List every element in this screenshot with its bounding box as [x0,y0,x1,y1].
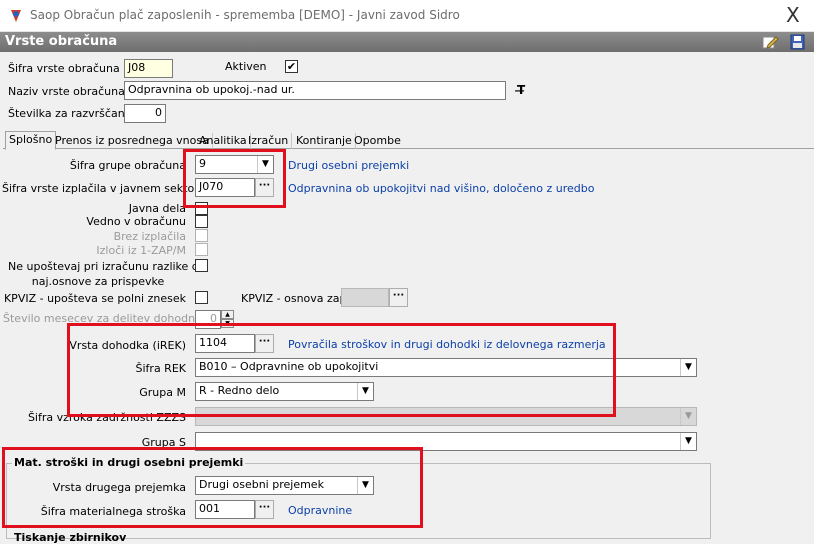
vedno-label: Vedno v obračunu [86,215,186,228]
sifra-rek-value: B010 – Odpravnine ob upokojitvi [199,360,379,373]
sifra-vzroka-label: Šifra vzroka zadržnosti ZZZS [27,411,186,424]
app-icon [11,10,21,22]
kpviz-checkbox[interactable] [195,291,208,304]
skupina-desc: Drugi osebni prejemki [288,159,410,172]
skupina-label: Šifra grupe obračuna [69,159,186,172]
mesecev-label: Število mesecev za delitev dohodnine: [3,312,216,325]
dropdown-arrow-icon[interactable]: ▼ [257,156,273,173]
grupa-s-select[interactable]: ▼ [195,432,697,451]
sifra-mat-input[interactable]: 001 [195,500,255,519]
window-titlebar: Saop Obračun plač zaposlenih - sprememba… [0,0,814,32]
text-format-icon[interactable]: T̶ [517,83,525,97]
neupostevaj-line2: naj.osnove za prispevke [31,275,165,288]
vrsta-dohodka-ellipsis-icon[interactable]: ··· [255,334,274,353]
form-title: Vrste obračuna [5,34,118,49]
sifra-rek-label: Šifra REK [135,362,186,375]
window-title: Saop Obračun plač zaposlenih - sprememba… [30,8,460,22]
neupostevaj-checkbox[interactable] [195,259,208,272]
tiskanje-title: Tiskanje zbirnikov [14,531,127,544]
javna-dela-checkbox[interactable] [195,202,208,215]
stevilka-input[interactable]: 0 [124,104,166,123]
sifra-mat-label: Šifra materialnega stroška [40,505,186,518]
izplacilo-desc: Odpravnina ob upokojitvi nad višino, dol… [288,182,595,195]
dropdown-arrow-icon[interactable]: ▼ [680,359,696,376]
izloci-label: Izloči iz 1-ZAP/M [96,244,186,257]
izplacilo-ellipsis-icon[interactable]: ··· [255,178,274,197]
skupina-value: 9 [199,157,206,170]
vrsta-dohodka-desc: Povračila stroškov in drugi dohodki iz d… [288,338,606,351]
izplacilo-label: Šifra vrste izplačila v javnem sektorju [2,182,209,195]
save-icon[interactable] [789,34,807,50]
sifra-vrste-label: Šifra vrste obračuna [8,62,120,75]
izplacilo-input[interactable]: J070 [195,178,255,197]
dropdown-arrow-icon[interactable]: ▼ [680,433,696,450]
naziv-input[interactable]: Odpravnina ob upokoj.-nad ur. [124,81,506,100]
brez-checkbox [195,229,208,242]
izloci-checkbox [195,243,208,256]
mat-stroski-group [6,463,711,539]
form-header: Vrste obračuna [0,32,814,52]
vrsta-dohodka-input[interactable]: 1104 [195,334,255,353]
skupina-select[interactable]: 9 ▼ [195,155,274,174]
tab-prenos[interactable]: Prenos iz posrednega vnosa [52,133,213,149]
naziv-label: Naziv vrste obračuna [8,85,125,98]
vrsta-dohodka-label: Vrsta dohodka (iREK) [69,339,186,352]
sifra-vzroka-select: ▼ [195,407,697,426]
spin-down-icon[interactable]: ▼ [221,319,234,328]
aktiven-label: Aktiven [225,60,267,73]
kpviz-osnova-input [341,288,389,307]
vrsta-prejemka-value: Drugi osebni prejemek [199,478,324,491]
mesecev-spinner[interactable]: ▲ ▼ [221,310,234,329]
tab-opombe[interactable]: Opombe [351,133,404,149]
brez-label: Brez izplačila [113,230,186,243]
grupa-m-select[interactable]: R - Redno delo ▼ [195,382,374,401]
sifra-rek-select[interactable]: B010 – Odpravnine ob upokojitvi ▼ [195,358,697,377]
sifra-mat-desc: Odpravnine [288,504,353,517]
vrsta-prejemka-label: Vrsta drugega prejemka [52,481,186,494]
grupa-s-label: Grupa S [141,436,186,449]
kpviz-label: KPVIZ - upošteva se polni znesek [3,292,186,305]
mat-stroski-title: Mat. stroški in drugi osebni prejemki [12,456,246,469]
tab-kontiranje[interactable]: Kontiranje [293,133,356,149]
tab-analitika[interactable]: Analitika [196,133,251,149]
javna-dela-label: Javna dela [128,202,186,215]
dropdown-arrow-icon: ▼ [680,408,696,425]
neupostevaj-line1: Ne upoštevaj pri izračunu razlike do [8,260,206,273]
mesecev-input: 0 [195,310,221,329]
close-icon[interactable]: X [786,3,800,27]
kpviz-ellipsis-icon[interactable]: ··· [389,288,408,307]
grupa-m-value: R - Redno delo [199,384,280,397]
kpviz-osnova-label: KPVIZ - osnova zap. [241,292,351,305]
neupostevaj-label: Ne upoštevaj pri izračunu razlike do naj… [8,259,206,289]
sifra-mat-ellipsis-icon[interactable]: ··· [255,500,274,519]
sifra-vrste-input[interactable]: J08 [124,59,173,78]
dropdown-arrow-icon[interactable]: ▼ [357,383,373,400]
tab-izracun[interactable]: Izračun [245,133,293,149]
vedno-checkbox[interactable] [195,215,208,228]
tab-splosno[interactable]: Splošno [5,131,57,150]
aktiven-checkbox[interactable]: ✔ [285,60,298,73]
grupa-m-label: Grupa M [139,386,186,399]
stevilka-label: Številka za razvrščanje [8,107,135,120]
edit-icon[interactable] [761,34,779,50]
spin-up-icon[interactable]: ▲ [221,310,234,319]
vrsta-prejemka-select[interactable]: Drugi osebni prejemek ▼ [195,476,374,495]
dropdown-arrow-icon[interactable]: ▼ [357,477,373,494]
